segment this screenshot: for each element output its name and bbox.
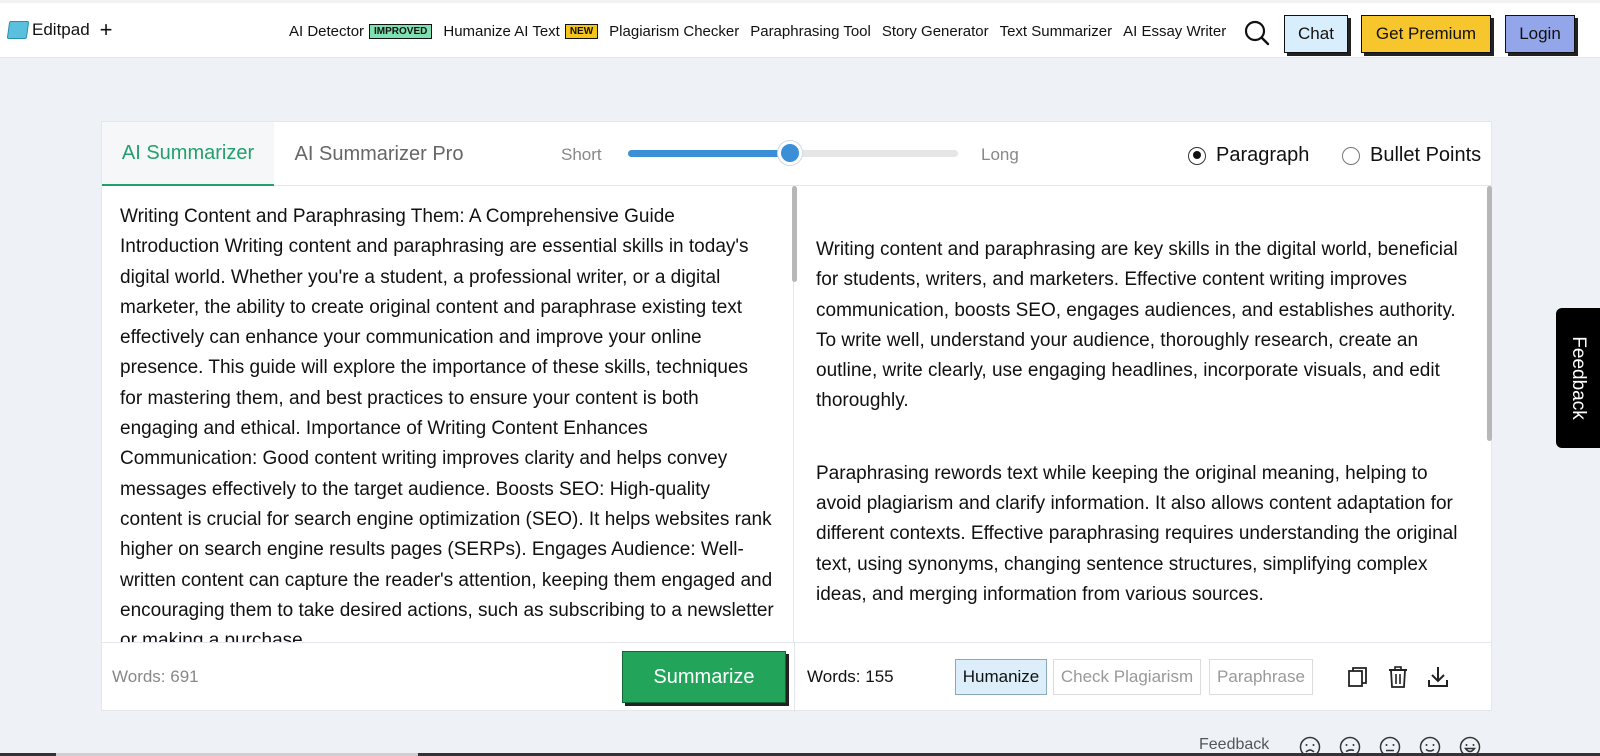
slider-fill — [628, 150, 790, 157]
radio-selected-icon — [1188, 146, 1206, 165]
editpad-logo[interactable]: Editpad + — [6, 19, 113, 41]
nav-item-label: Humanize AI Text — [443, 23, 560, 40]
chat-button[interactable]: Chat — [1284, 15, 1348, 53]
nav-paraphrasing-tool[interactable]: Paraphrasing Tool — [750, 23, 871, 40]
paragraph-radio[interactable]: Paragraph — [1188, 144, 1309, 167]
summarize-button[interactable]: Summarize — [622, 651, 786, 703]
bullet-points-radio[interactable]: Bullet Points — [1342, 144, 1481, 167]
get-premium-button[interactable]: Get Premium — [1361, 15, 1491, 53]
new-badge: NEW — [564, 24, 599, 39]
summary-output-area[interactable]: Writing content and paraphrasing are key… — [794, 186, 1493, 642]
nav-item-label: Text Summarizer — [999, 23, 1113, 40]
output-scrollbar[interactable] — [1487, 186, 1492, 441]
short-label: Short — [561, 145, 602, 164]
nav-text-summarizer[interactable]: Text Summarizer — [1000, 23, 1113, 40]
output-word-count: Words: 155 — [807, 667, 894, 686]
check-plagiarism-button[interactable]: Check Plagiarism — [1053, 659, 1201, 695]
copy-icon[interactable] — [1346, 665, 1370, 689]
nav-item-label: AI Essay Writer — [1123, 23, 1227, 40]
tab-ai-summarizer-pro[interactable]: AI Summarizer Pro — [274, 122, 484, 186]
radio-label: Paragraph — [1216, 144, 1310, 166]
feedback-side-label: Feedback — [1568, 336, 1589, 420]
delete-icon[interactable] — [1386, 665, 1410, 689]
radio-unselected-icon — [1342, 146, 1360, 165]
humanize-button[interactable]: Humanize — [955, 659, 1047, 695]
nav-plagiarism-checker[interactable]: Plagiarism Checker — [609, 23, 739, 40]
editpad-logo-icon — [6, 21, 30, 39]
summary-paragraph: Writing content and paraphrasing are key… — [816, 239, 1458, 412]
nav-item-label: Paraphrasing Tool — [750, 23, 871, 40]
input-text[interactable]: Writing Content and Paraphrasing Them: A… — [102, 186, 793, 642]
download-icon[interactable] — [1426, 665, 1450, 689]
top-navigation-bar: Editpad + AI Detector IMPROVED Humanize … — [0, 0, 1600, 58]
improved-badge: IMPROVED — [369, 24, 433, 39]
feedback-side-tab[interactable]: Feedback — [1556, 308, 1600, 448]
login-button[interactable]: Login — [1505, 15, 1575, 53]
summarizer-card: AI Summarizer AI Summarizer Pro Short Lo… — [101, 121, 1493, 713]
feedback-label: Feedback — [1199, 736, 1270, 753]
tab-ai-summarizer[interactable]: AI Summarizer — [102, 122, 274, 186]
nav-item-label: Plagiarism Checker — [609, 23, 740, 40]
radio-label: Bullet Points — [1370, 144, 1482, 166]
paraphrase-button[interactable]: Paraphrase — [1209, 659, 1313, 695]
nav-ai-detector[interactable]: AI Detector IMPROVED — [289, 23, 433, 40]
nav-story-generator[interactable]: Story Generator — [882, 23, 989, 40]
summary-paragraph: Paraphrasing rewords text while keeping … — [816, 462, 1458, 605]
search-icon[interactable] — [1244, 20, 1270, 46]
main-nav: AI Detector IMPROVED Humanize AI Text NE… — [289, 23, 1237, 40]
input-text-area[interactable]: Writing Content and Paraphrasing Them: A… — [102, 186, 794, 642]
input-word-count: Words: 691 — [112, 667, 199, 686]
summarizer-footer: Words: 691 Summarize Words: 155 Humanize… — [102, 642, 1491, 713]
logo-text: Editpad — [32, 20, 90, 39]
nav-item-label: Story Generator — [881, 23, 989, 40]
menu-plus-button[interactable]: + — [100, 19, 113, 41]
nav-item-label: AI Detector — [289, 23, 365, 40]
long-label: Long — [981, 145, 1019, 164]
summary-length-slider[interactable] — [628, 141, 958, 165]
summarizer-options-bar: AI Summarizer AI Summarizer Pro Short Lo… — [102, 122, 1491, 186]
footer-divider — [794, 643, 795, 713]
slider-handle[interactable] — [777, 141, 802, 165]
nav-humanize-ai-text[interactable]: Humanize AI Text NEW — [443, 23, 599, 40]
nav-ai-essay-writer[interactable]: AI Essay Writer — [1123, 23, 1226, 40]
